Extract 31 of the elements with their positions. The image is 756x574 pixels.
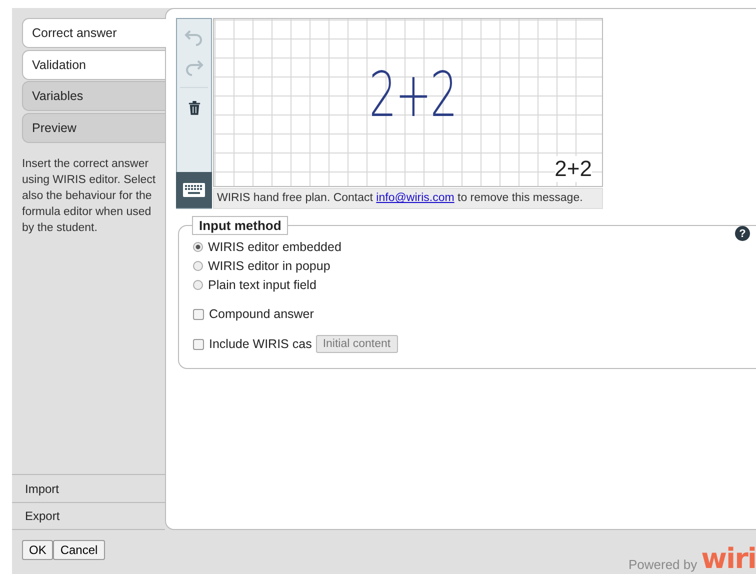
email-link[interactable]: info@wiris.com [376,192,454,204]
initial-content-button[interactable]: Initial content [316,335,398,353]
radio-label: WIRIS editor in popup [208,258,330,272]
wiris-logo: wiri [701,544,756,574]
keyboard-button[interactable] [176,172,212,208]
trash-icon[interactable] [188,100,200,115]
checkbox-label: Include WIRIS cas [209,337,312,351]
tab[interactable]: Variables [22,81,165,111]
radio-label: Plain text input field [208,278,316,292]
license-notice: WIRIS hand free plan. Contact info@wiris.com to remove this message. [213,188,603,209]
dialog-button[interactable]: Cancel [53,540,105,560]
help-icon[interactable]: ? [735,226,750,241]
checkbox[interactable] [193,308,204,320]
radio-button[interactable] [193,260,203,270]
radio-label: WIRIS editor embedded [208,240,342,254]
tab[interactable]: Validation [22,50,165,80]
group-legend: Input method [192,216,288,235]
handwritten-expression: 2+2 [369,57,456,133]
tab[interactable]: Correct answer [22,18,166,48]
handwriting-canvas[interactable]: 2+2 2+2 [213,18,603,188]
recognized-expression: 2+2 [554,156,592,182]
checkbox[interactable] [193,338,204,350]
radio-button[interactable] [193,280,203,290]
keyboard-icon [183,183,205,197]
dialog-button[interactable]: OK [22,540,54,560]
checkbox-label: Compound answer [209,307,314,321]
radio-button[interactable] [193,242,203,252]
side-menu-item[interactable]: Export [12,502,165,530]
tab[interactable]: Preview [22,112,165,142]
powered-by-text: Powered by [628,557,698,572]
help-text: Insert the correct answer using WIRIS editor. Select also the behaviour for the formula editor when used by the student. [22,157,157,236]
